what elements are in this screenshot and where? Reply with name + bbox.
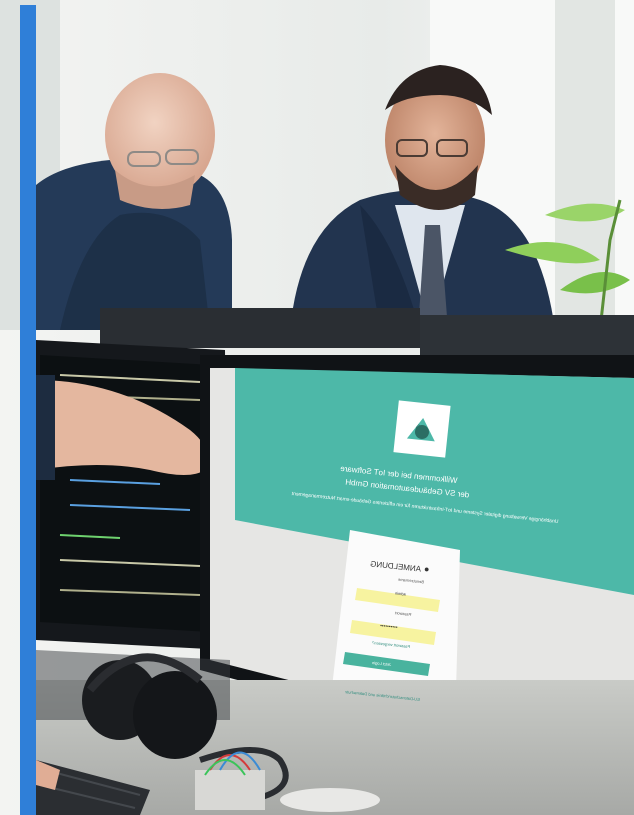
username-input[interactable]: admin [395,590,406,596]
accent-bar [20,5,36,815]
house-logo-icon: ⌂ [415,420,423,434]
user-icon: ● [424,564,430,574]
office-photo [0,0,634,815]
